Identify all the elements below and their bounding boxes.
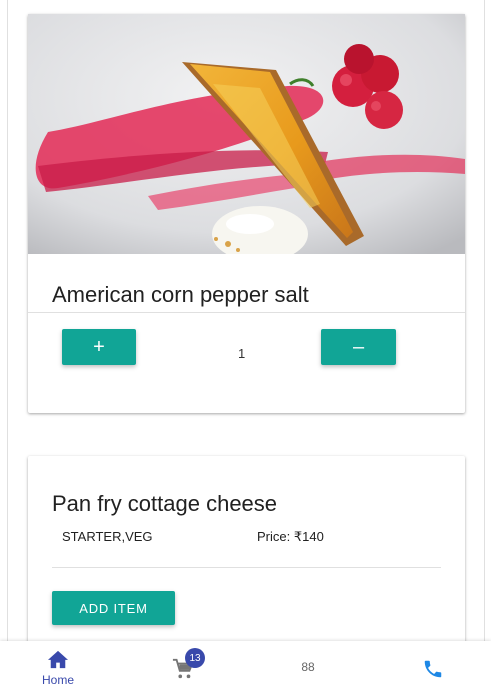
nav-home[interactable]: Home <box>30 641 86 697</box>
count-value: 88 <box>301 660 315 674</box>
nav-count[interactable]: 88 <box>290 641 330 697</box>
dish-name: American corn pepper salt <box>52 282 309 307</box>
dessert-illustration <box>28 14 465 254</box>
dish-category: STARTER,VEG <box>62 529 153 544</box>
dish-price: Price: ₹140 <box>257 529 324 544</box>
phone-icon <box>424 660 442 678</box>
home-icon <box>48 650 68 669</box>
divider <box>28 312 465 313</box>
cart-count-badge: 13 <box>185 648 205 668</box>
bottom-navigation: Home 13 88 <box>0 641 491 697</box>
decrease-quantity-button[interactable]: – <box>321 329 396 365</box>
menu-item-card: American corn pepper salt + 1 – <box>28 14 465 413</box>
nav-phone[interactable] <box>410 641 456 697</box>
divider <box>52 567 441 568</box>
menu-item-card: Pan fry cottage cheese STARTER,VEG Price… <box>28 456 465 656</box>
plus-icon: + <box>93 336 105 358</box>
quantity-value: 1 <box>238 346 246 361</box>
dish-image <box>28 14 465 254</box>
dish-name: Pan fry cottage cheese <box>52 491 278 516</box>
increase-quantity-button[interactable]: + <box>62 329 136 365</box>
add-item-button[interactable]: ADD ITEM <box>52 591 175 625</box>
nav-cart[interactable]: 13 <box>160 641 210 697</box>
nav-home-label: Home <box>41 673 74 687</box>
minus-icon: – <box>352 336 365 358</box>
